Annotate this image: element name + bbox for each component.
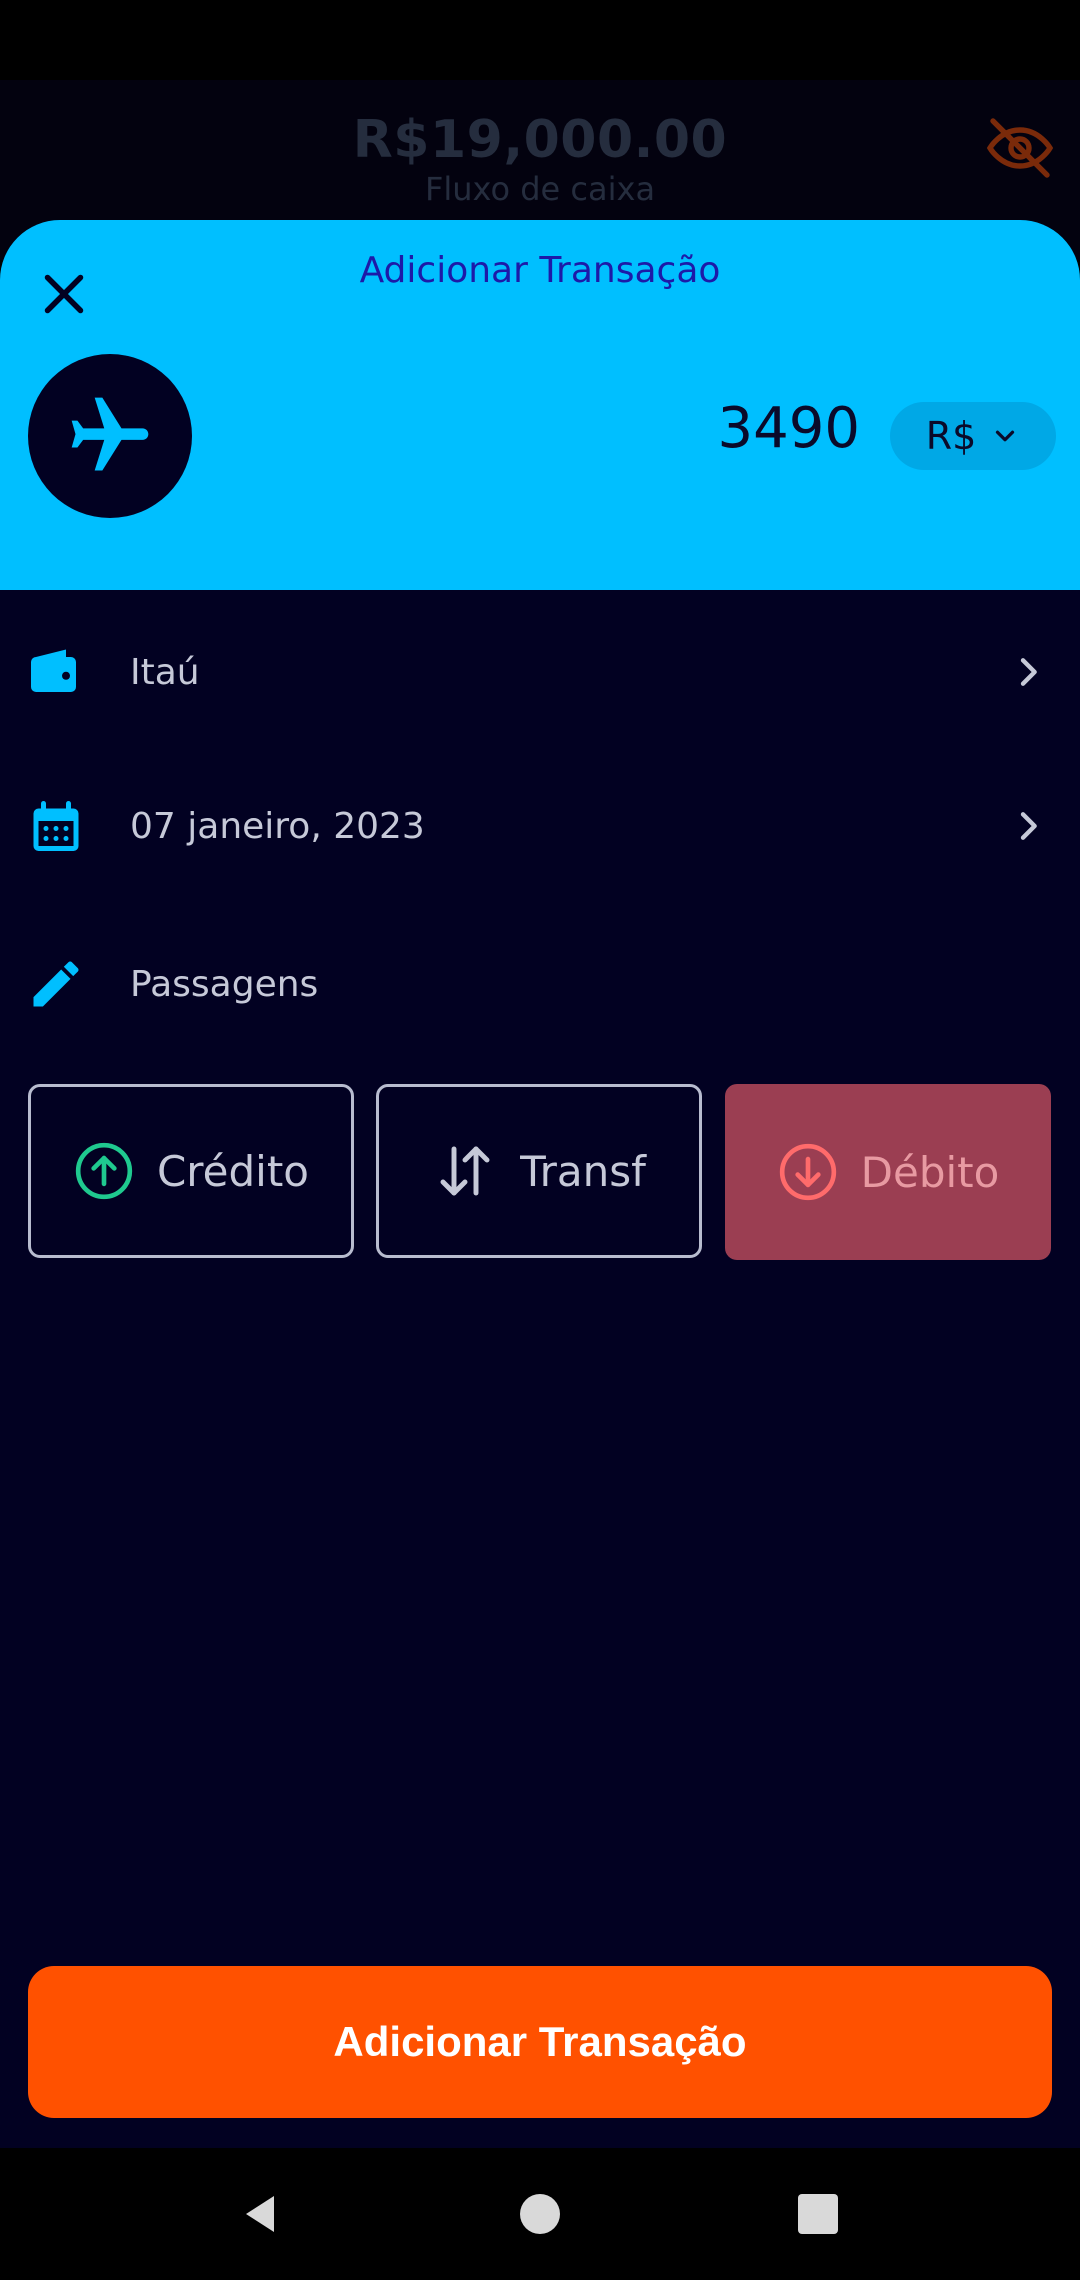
description-row[interactable]: Passagens — [0, 924, 1080, 1044]
balance-amount: R$19,000.00 — [352, 110, 728, 170]
sheet-title: Adicionar Transação — [359, 250, 721, 291]
description-input[interactable]: Passagens — [130, 964, 318, 1005]
airplane-icon — [71, 397, 149, 471]
pencil-icon — [24, 952, 88, 1016]
account-row[interactable]: Itaú — [0, 612, 1080, 732]
date-value: 07 janeiro, 2023 — [130, 805, 425, 847]
category-selector[interactable] — [28, 354, 192, 518]
chevron-right-icon — [1008, 806, 1048, 846]
currency-select[interactable]: R$ — [890, 402, 1056, 470]
back-triangle-icon — [246, 2196, 274, 2232]
balance-label: Fluxo de caixa — [424, 170, 656, 208]
transfer-label: Transf — [520, 1146, 646, 1196]
arrow-down-circle-icon — [779, 1143, 836, 1201]
date-row[interactable]: 07 janeiro, 2023 — [0, 766, 1080, 886]
account-value: Itaú — [130, 651, 200, 693]
transfer-button[interactable]: Transf — [376, 1084, 702, 1258]
debit-button[interactable]: Débito — [725, 1084, 1051, 1260]
sheet-header: Adicionar Transação 3490 R$ — [0, 220, 1080, 590]
add-transaction-button[interactable]: Adicionar Transação — [28, 1966, 1052, 2118]
add-transaction-sheet: Adicionar Transação 3490 R$ Itaú 07 jane… — [0, 220, 1080, 2148]
recents-square-icon — [798, 2194, 838, 2234]
recents-nav-button[interactable] — [790, 2186, 846, 2242]
chevron-down-icon — [996, 430, 1015, 442]
debit-label: Débito — [860, 1147, 1000, 1197]
arrow-up-circle-icon — [75, 1142, 133, 1200]
credit-button[interactable]: Crédito — [28, 1084, 354, 1258]
eye-off-icon[interactable] — [984, 112, 1056, 184]
status-bar — [0, 0, 1080, 80]
currency-value: R$ — [925, 414, 977, 458]
home-circle-icon — [520, 2194, 560, 2234]
swap-vertical-icon — [440, 1146, 490, 1196]
back-nav-button[interactable] — [232, 2186, 288, 2242]
chevron-right-icon — [1008, 652, 1048, 692]
home-nav-button[interactable] — [512, 2186, 568, 2242]
wallet-icon — [24, 640, 88, 704]
amount-input[interactable]: 3490 — [717, 396, 860, 461]
system-nav-bar — [0, 2148, 1080, 2280]
credit-label: Crédito — [156, 1146, 309, 1196]
calendar-icon — [24, 794, 88, 858]
